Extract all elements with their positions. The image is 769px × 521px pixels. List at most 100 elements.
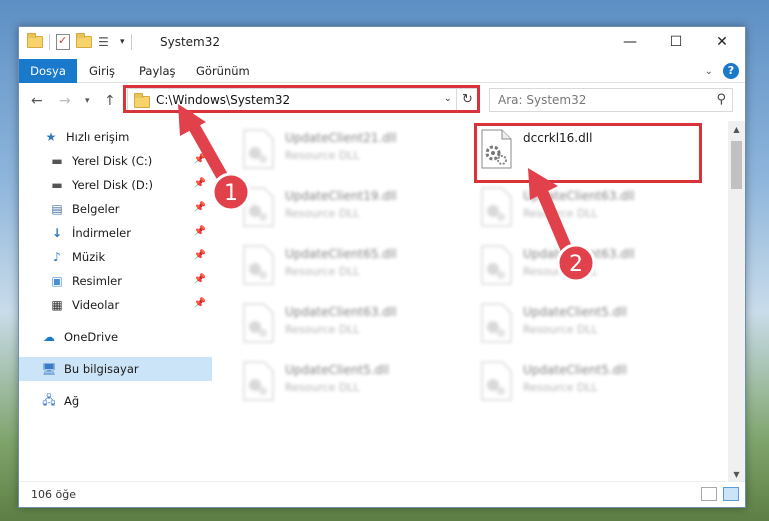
file-item[interactable]: UpdateClient21.dll Resource DLL <box>237 125 457 179</box>
pin-icon[interactable]: 📌 <box>194 154 206 165</box>
file-name: UpdateClient63.dll <box>523 247 635 261</box>
scrollbar-thumb[interactable] <box>731 141 742 189</box>
pin-icon[interactable]: 📌 <box>194 178 206 189</box>
computer-icon: 🖥 <box>41 362 57 376</box>
sidebar-item-videos[interactable]: ▦ Videolar 📌 <box>19 293 212 317</box>
new-folder-icon[interactable] <box>76 33 92 48</box>
search-box[interactable]: Ara: System32 ⚲ <box>489 88 733 112</box>
file-item-dccrkl16[interactable]: dccrkl16.dll <box>475 125 695 179</box>
maximize-button[interactable]: ☐ <box>653 27 699 57</box>
dll-file-icon <box>243 245 274 285</box>
pin-icon[interactable]: 📌 <box>194 298 206 309</box>
music-icon: ♪ <box>53 250 61 264</box>
file-name: UpdateClient5.dll <box>523 363 627 377</box>
large-icons-view-icon[interactable] <box>723 487 739 501</box>
file-name: UpdateClient5.dll <box>285 363 389 377</box>
pin-icon[interactable]: 📌 <box>194 274 206 285</box>
search-placeholder[interactable]: Ara: System32 <box>498 93 586 107</box>
file-name: dccrkl16.dll <box>523 131 593 145</box>
file-item[interactable]: UpdateClient5.dll Resource DLL <box>475 357 695 411</box>
sidebar-item-pictures[interactable]: ▣ Resimler 📌 <box>19 269 212 293</box>
file-item[interactable]: UpdateClient63.dll Resource DLL <box>475 183 695 237</box>
sidebar-item-quick-access[interactable]: ★ Hızlı erişim <box>19 125 212 149</box>
dll-file-icon <box>243 303 274 343</box>
sidebar-item-label: Belgeler <box>72 202 120 216</box>
file-type: Resource DLL <box>523 381 598 394</box>
file-item[interactable]: UpdateClient63.dll Resource DLL <box>475 241 695 295</box>
details-view-icon[interactable] <box>701 487 717 501</box>
scroll-up-icon[interactable]: ▲ <box>728 121 745 138</box>
sidebar-item-music[interactable]: ♪ Müzik 📌 <box>19 245 212 269</box>
properties-icon[interactable] <box>56 34 70 50</box>
address-path[interactable]: C:\Windows\System32 <box>156 93 290 107</box>
refresh-icon[interactable]: ↻ <box>456 89 478 111</box>
help-icon[interactable]: ? <box>723 63 739 79</box>
videos-icon: ▦ <box>51 298 63 312</box>
sidebar-item-label: Videolar <box>72 298 120 312</box>
pin-icon[interactable]: 📌 <box>194 202 206 213</box>
dll-file-icon <box>481 303 512 343</box>
file-type: Resource DLL <box>285 207 360 220</box>
sidebar-item-label: Ağ <box>64 394 80 408</box>
sidebar-item-onedrive[interactable]: ☁ OneDrive <box>19 325 212 349</box>
up-arrow-icon[interactable]: ↑ <box>104 93 116 109</box>
file-name: UpdateClient65.dll <box>285 247 397 261</box>
folder-icon <box>134 93 150 108</box>
download-icon: ↓ <box>51 226 63 240</box>
sidebar-item-local-disk-d[interactable]: ▬ Yerel Disk (D:) 📌 <box>19 173 212 197</box>
file-type: Resource DLL <box>285 149 360 162</box>
chevron-down-icon[interactable]: ⌄ <box>444 93 452 104</box>
file-item[interactable]: UpdateClient5.dll Resource DLL <box>475 299 695 353</box>
sidebar-item-documents[interactable]: ▤ Belgeler 📌 <box>19 197 212 221</box>
sidebar-item-label: Bu bilgisayar <box>64 362 139 376</box>
view-toggle <box>701 487 739 501</box>
customize-icon[interactable]: ☰ <box>98 34 114 50</box>
minimize-button[interactable]: — <box>607 27 653 57</box>
file-name: UpdateClient63.dll <box>523 189 635 203</box>
back-arrow-icon[interactable]: ← <box>31 93 43 109</box>
folder-icon[interactable] <box>27 33 43 48</box>
recent-locations-icon[interactable]: ▾ <box>85 96 90 106</box>
navigation-pane: ★ Hızlı erişim ▬ Yerel Disk (C:) 📌 ▬ Yer… <box>19 121 212 483</box>
qat-separator <box>49 34 50 50</box>
vertical-scrollbar[interactable]: ▲ ▼ <box>728 121 745 483</box>
pin-icon[interactable]: 📌 <box>194 226 206 237</box>
drive-icon: ▬ <box>51 154 63 168</box>
file-explorer-window: ☰ ▾ System32 — ☐ ✕ Dosya Giriş Paylaş Gö… <box>18 26 746 508</box>
file-item[interactable]: UpdateClient63.dll Resource DLL <box>237 299 457 353</box>
file-type: Resource DLL <box>523 207 598 220</box>
tab-file[interactable]: Dosya <box>19 59 77 83</box>
tab-home[interactable]: Giriş <box>77 59 127 83</box>
qat-dropdown-icon[interactable]: ▾ <box>120 37 125 47</box>
close-button[interactable]: ✕ <box>699 27 745 57</box>
status-bar: 106 öğe <box>19 481 745 507</box>
expand-ribbon-icon[interactable]: ⌄ <box>705 66 713 77</box>
drive-icon: ▬ <box>51 178 63 192</box>
forward-arrow-icon[interactable]: → <box>59 93 71 109</box>
tab-view[interactable]: Görünüm <box>184 59 262 83</box>
documents-icon: ▤ <box>51 202 63 216</box>
sidebar-item-local-disk-c[interactable]: ▬ Yerel Disk (C:) 📌 <box>19 149 212 173</box>
file-item[interactable]: UpdateClient19.dll Resource DLL <box>237 183 457 237</box>
item-count: 106 öğe <box>31 488 76 501</box>
quick-access-toolbar: ☰ ▾ <box>27 33 132 50</box>
ribbon: Dosya Giriş Paylaş Görünüm ⌄ ? <box>19 59 745 83</box>
sidebar-item-label: OneDrive <box>64 330 119 344</box>
sidebar-item-label: Müzik <box>72 250 106 264</box>
title-bar: ☰ ▾ System32 — ☐ ✕ <box>19 27 745 59</box>
file-item[interactable]: UpdateClient5.dll Resource DLL <box>237 357 457 411</box>
address-bar[interactable]: C:\Windows\System32 ⌄ ↻ <box>127 88 479 112</box>
sidebar-item-this-pc[interactable]: 🖥 Bu bilgisayar <box>19 357 212 381</box>
sidebar-item-network[interactable]: 🖧 Ağ <box>19 389 212 413</box>
tab-share[interactable]: Paylaş <box>127 59 188 83</box>
file-type: Resource DLL <box>523 265 598 278</box>
dll-file-icon <box>481 187 512 227</box>
pin-icon[interactable]: 📌 <box>194 250 206 261</box>
window-controls: — ☐ ✕ <box>607 27 745 57</box>
sidebar-item-downloads[interactable]: ↓ İndirmeler 📌 <box>19 221 212 245</box>
file-item[interactable]: UpdateClient65.dll Resource DLL <box>237 241 457 295</box>
sidebar-item-label: Yerel Disk (D:) <box>72 178 154 192</box>
search-icon[interactable]: ⚲ <box>716 92 726 107</box>
file-type: Resource DLL <box>285 323 360 336</box>
cloud-icon: ☁ <box>43 330 55 344</box>
